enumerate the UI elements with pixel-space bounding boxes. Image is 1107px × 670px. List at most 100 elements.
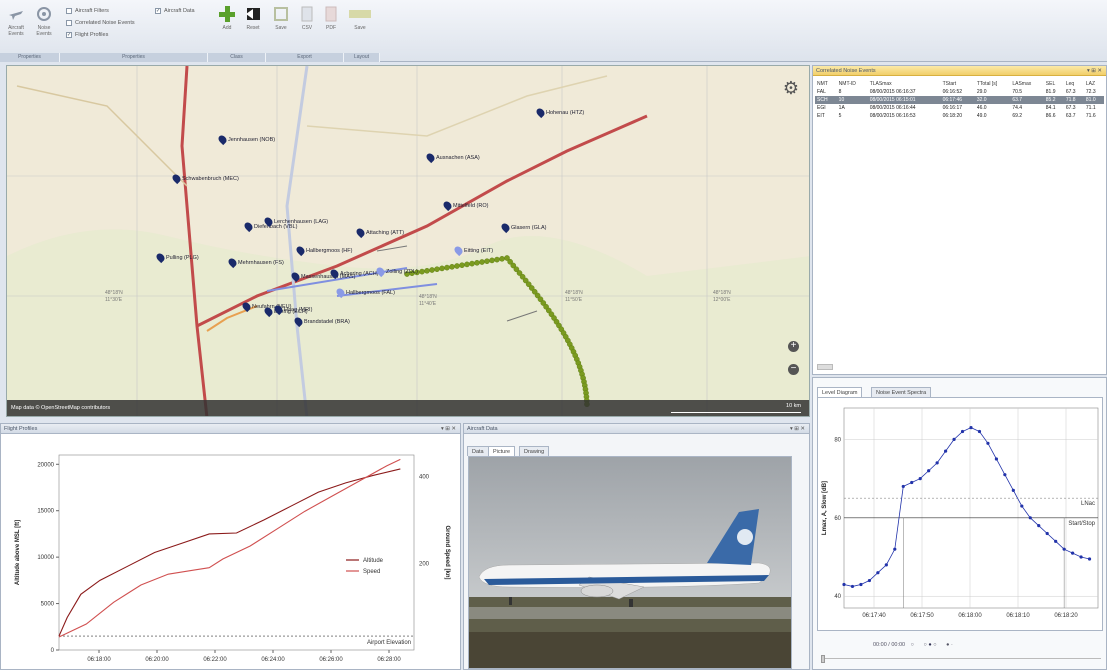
pdf-button[interactable]: PDF — [318, 5, 344, 39]
table-cell: EIT — [817, 113, 825, 119]
level-point — [1003, 473, 1007, 477]
csv-button[interactable]: CSV — [294, 5, 320, 39]
map-pin-eitting[interactable]: Eitting (EIT) — [452, 244, 493, 257]
level-point — [893, 547, 897, 551]
level-point — [935, 461, 939, 465]
svg-text:48°18'N: 48°18'N — [105, 290, 123, 296]
stop-icon[interactable]: ○ — [911, 642, 914, 648]
noise-events-button[interactable]: Noise Events — [31, 5, 57, 39]
layout-save-button[interactable]: Save — [345, 5, 375, 39]
table-row[interactable]: SCH 10 08/00/2015 06:15:01 06:17:46 32.0 63.7… — [815, 96, 1104, 104]
table-row[interactable]: FAL 8 08/00/2015 06:16:37 06:16:52 29.0 70.5 8… — [815, 88, 1104, 96]
svg-text:12°00'E: 12°00'E — [713, 297, 731, 303]
table-cell: 72.3 — [1085, 89, 1096, 95]
table-cell: 06:17:46 — [940, 96, 975, 104]
column-header[interactable]: NMT-ID — [837, 80, 868, 88]
tab-level-diagram[interactable]: Level Diagram — [817, 387, 863, 397]
level-point — [1020, 504, 1024, 508]
flight-profiles-checkbox[interactable]: ✓ Flight Profiles — [66, 32, 108, 38]
panel-controls[interactable]: ▾ ⊞ ✕ — [790, 424, 805, 434]
tab-drawing[interactable]: Drawing — [519, 446, 550, 456]
column-header[interactable]: LASmax — [1010, 80, 1043, 88]
table-row[interactable]: EIT 5 08/00/2015 06:16:53 06:18:20 49.0 69.2 8… — [815, 112, 1104, 120]
table-cell: 29.0 — [976, 89, 987, 95]
table-cell: 81.0 — [1083, 96, 1104, 104]
y-axis-label: Altitude above MSL [ft] — [15, 520, 21, 585]
table-row[interactable]: EGI 1A 08/00/2015 06:16:44 06:16:17 46.0 74.4… — [815, 104, 1104, 112]
play-icon[interactable]: ● — [928, 642, 931, 648]
aircraft-data-checkbox[interactable]: ✓ Aircraft Data — [155, 8, 195, 14]
map-pin-attaching[interactable]: Attaching (ATT) — [354, 226, 404, 239]
playback-slider[interactable] — [821, 655, 1101, 664]
map-pin-mehrnhausen[interactable]: Mehrnhausen (FS) — [226, 256, 284, 269]
checkbox-box — [66, 8, 72, 14]
rewind-icon[interactable]: ○ — [924, 642, 927, 648]
tab-data[interactable]: Data — [467, 446, 489, 456]
table-cell: 08/00/2015 06:15:01 — [867, 96, 941, 104]
map-pin-glasern[interactable]: Glasern (GLA) — [499, 221, 546, 234]
tab-picture[interactable]: Picture — [488, 446, 516, 456]
map-view[interactable]: 48°18'N 11°30'E 48°18'N 11°40'E 48°18'N … — [6, 65, 810, 417]
zoom-out-icon[interactable]: − — [788, 364, 799, 375]
track-point — [454, 263, 460, 269]
map-pin-hallbergmoos-hf[interactable]: Hallbergmoos (HF) — [294, 244, 352, 257]
y2-tick-label: 400 — [419, 475, 430, 481]
table-cell: 69.2 — [1012, 113, 1023, 119]
zoom-in-icon[interactable]: + — [788, 341, 799, 352]
map-pin-hallbergmoos-fal[interactable]: Hallbergmoos (FAL) — [334, 286, 395, 299]
table-scrollbar[interactable] — [817, 364, 833, 370]
table-cell: 71.1 — [1085, 105, 1096, 111]
correlated-noise-checkbox[interactable]: Correlated Noise Events — [66, 20, 135, 26]
panel-controls[interactable]: ▾ ⊞ ✕ — [1087, 66, 1102, 76]
slider-thumb[interactable] — [821, 655, 825, 663]
panel-title: Flight Profiles — [4, 426, 38, 432]
x-tick-label: 06:18:00 — [958, 613, 982, 619]
map-pin-achering[interactable]: Achering (ACH) — [328, 267, 379, 280]
map-pin-lerchenhausen[interactable]: Lerchenhausen (LAG) — [262, 215, 328, 228]
map-pin-pulling[interactable]: Pulling (PLG) — [154, 251, 199, 264]
ribbon-toolbar: Aircraft Events Noise Events Aircraft Fi… — [0, 0, 1107, 62]
volume-icon[interactable]: ● · — [946, 642, 953, 648]
aircraft-filters-checkbox[interactable]: Aircraft Filters — [66, 8, 109, 14]
aircraft-data-panel: Aircraft Data ▾ ⊞ ✕ Data Picture Drawing — [463, 423, 810, 670]
table-cell: 74.4 — [1012, 105, 1023, 111]
map-pin-schwabenbruch[interactable]: Schwabenbruch (MEC) — [170, 172, 239, 185]
reset-button[interactable]: Reset — [240, 5, 266, 39]
forward-icon[interactable]: ○ — [933, 642, 936, 648]
track-point — [499, 255, 505, 262]
panel-controls[interactable]: ▾ ⊞ ✕ — [441, 424, 456, 434]
map-pin-ausnachen[interactable]: Ausnachen (ASA) — [424, 151, 480, 164]
map-pin-haag[interactable]: Haag (MRI) — [272, 303, 312, 316]
map-pin-icon — [294, 244, 307, 257]
map-pin-hohenau[interactable]: Hohenau (HTZ) — [534, 106, 584, 119]
aircraft-events-button[interactable]: Aircraft Events — [3, 5, 29, 39]
table-cell: 08/00/2015 06:16:53 — [869, 113, 916, 119]
level-point — [1037, 524, 1041, 528]
svg-text:11°40'E: 11°40'E — [419, 301, 437, 307]
map-pin-icon — [534, 106, 547, 119]
table-cell: EGI — [817, 105, 826, 111]
column-header[interactable]: TTotal [s] — [975, 80, 1010, 88]
column-header[interactable]: NMT — [815, 80, 837, 88]
tab-noise-event-spectra[interactable]: Noise Event Spectra — [871, 387, 932, 397]
annotation: Airport Elevation — [367, 640, 411, 646]
map-pin-icon — [424, 151, 437, 164]
map-pin-icon — [242, 220, 255, 233]
svg-text:11°50'E: 11°50'E — [565, 297, 583, 303]
add-button[interactable]: Add — [214, 5, 240, 39]
map-pin-mittelfeld[interactable]: Mittelfeld (RO) — [441, 199, 488, 212]
checkbox-box — [66, 20, 72, 26]
map-pin-jennhausen[interactable]: Jennhausen (NOB) — [216, 133, 275, 146]
save-button[interactable]: Save — [268, 5, 294, 39]
column-header[interactable]: TLASmax — [868, 80, 941, 88]
column-header[interactable]: LAZ — [1084, 80, 1104, 88]
map-pin-zolling[interactable]: Zolling (ZDL) — [374, 265, 418, 278]
level-point — [927, 469, 931, 473]
column-header[interactable]: SEL — [1044, 80, 1064, 88]
map-pin-icon — [499, 221, 512, 234]
gear-icon[interactable]: ⚙ — [783, 78, 799, 99]
playback-controls: 00:00 / 00:00 ○ ○ ● ○ ● · — [873, 642, 953, 648]
column-header[interactable]: TStart — [941, 80, 975, 88]
column-header[interactable]: Leq — [1064, 80, 1084, 88]
map-pin-brandstadel[interactable]: Brandstadel (BRA) — [292, 315, 350, 328]
